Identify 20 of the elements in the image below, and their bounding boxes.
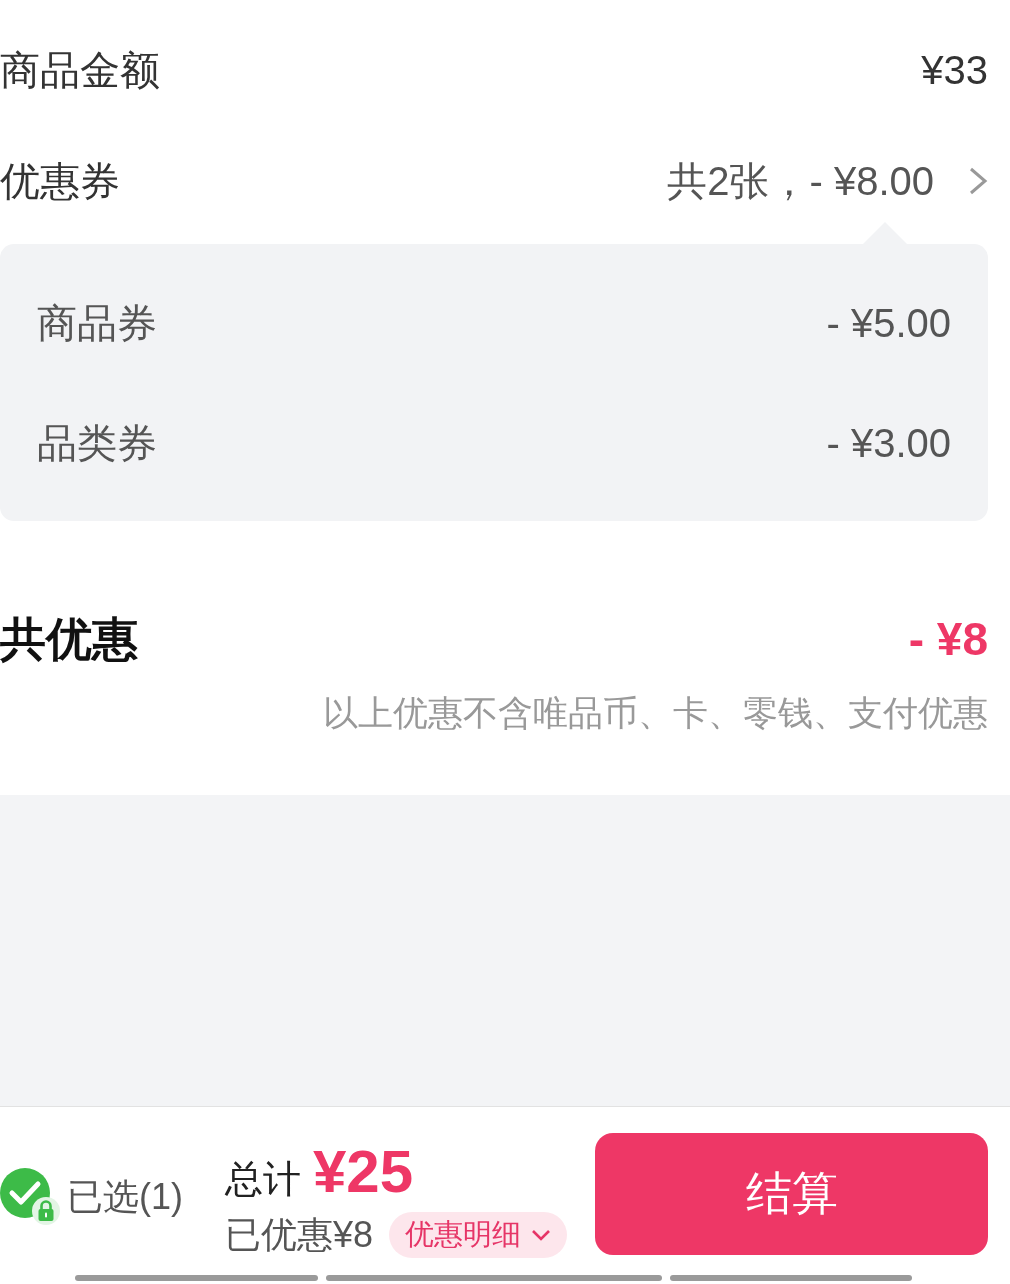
selected-count: 已选(1) [67,1175,183,1219]
total-discount-label: 共优惠 [0,612,138,668]
coupon-amount: - ¥3.00 [826,420,951,467]
coupon-amount: - ¥5.00 [826,300,951,347]
coupon-type-label: 品类券 [37,420,157,467]
goods-amount-label: 商品金额 [0,47,160,94]
coupon-label: 优惠券 [0,158,120,205]
checked-lock-icon[interactable] [0,1168,61,1226]
goods-amount-value: ¥33 [921,47,988,94]
coupon-summary: 共2张，- ¥8.00 [667,158,934,205]
total-label: 总计 [225,1157,301,1202]
chevron-down-icon [531,1229,552,1241]
chevron-right-icon[interactable] [968,166,988,196]
total-price: ¥25 [313,1141,414,1203]
total-discount-value: - ¥8 [908,612,988,668]
discount-note: 以上优惠不含唯品币、卡、零钱、支付优惠 [323,692,988,734]
saved-amount: 已优惠¥8 [225,1213,374,1257]
coupon-type-label: 商品券 [37,300,157,347]
discount-details-button[interactable]: 优惠明细 [389,1212,568,1258]
checkout-button[interactable]: 结算 [595,1133,988,1255]
